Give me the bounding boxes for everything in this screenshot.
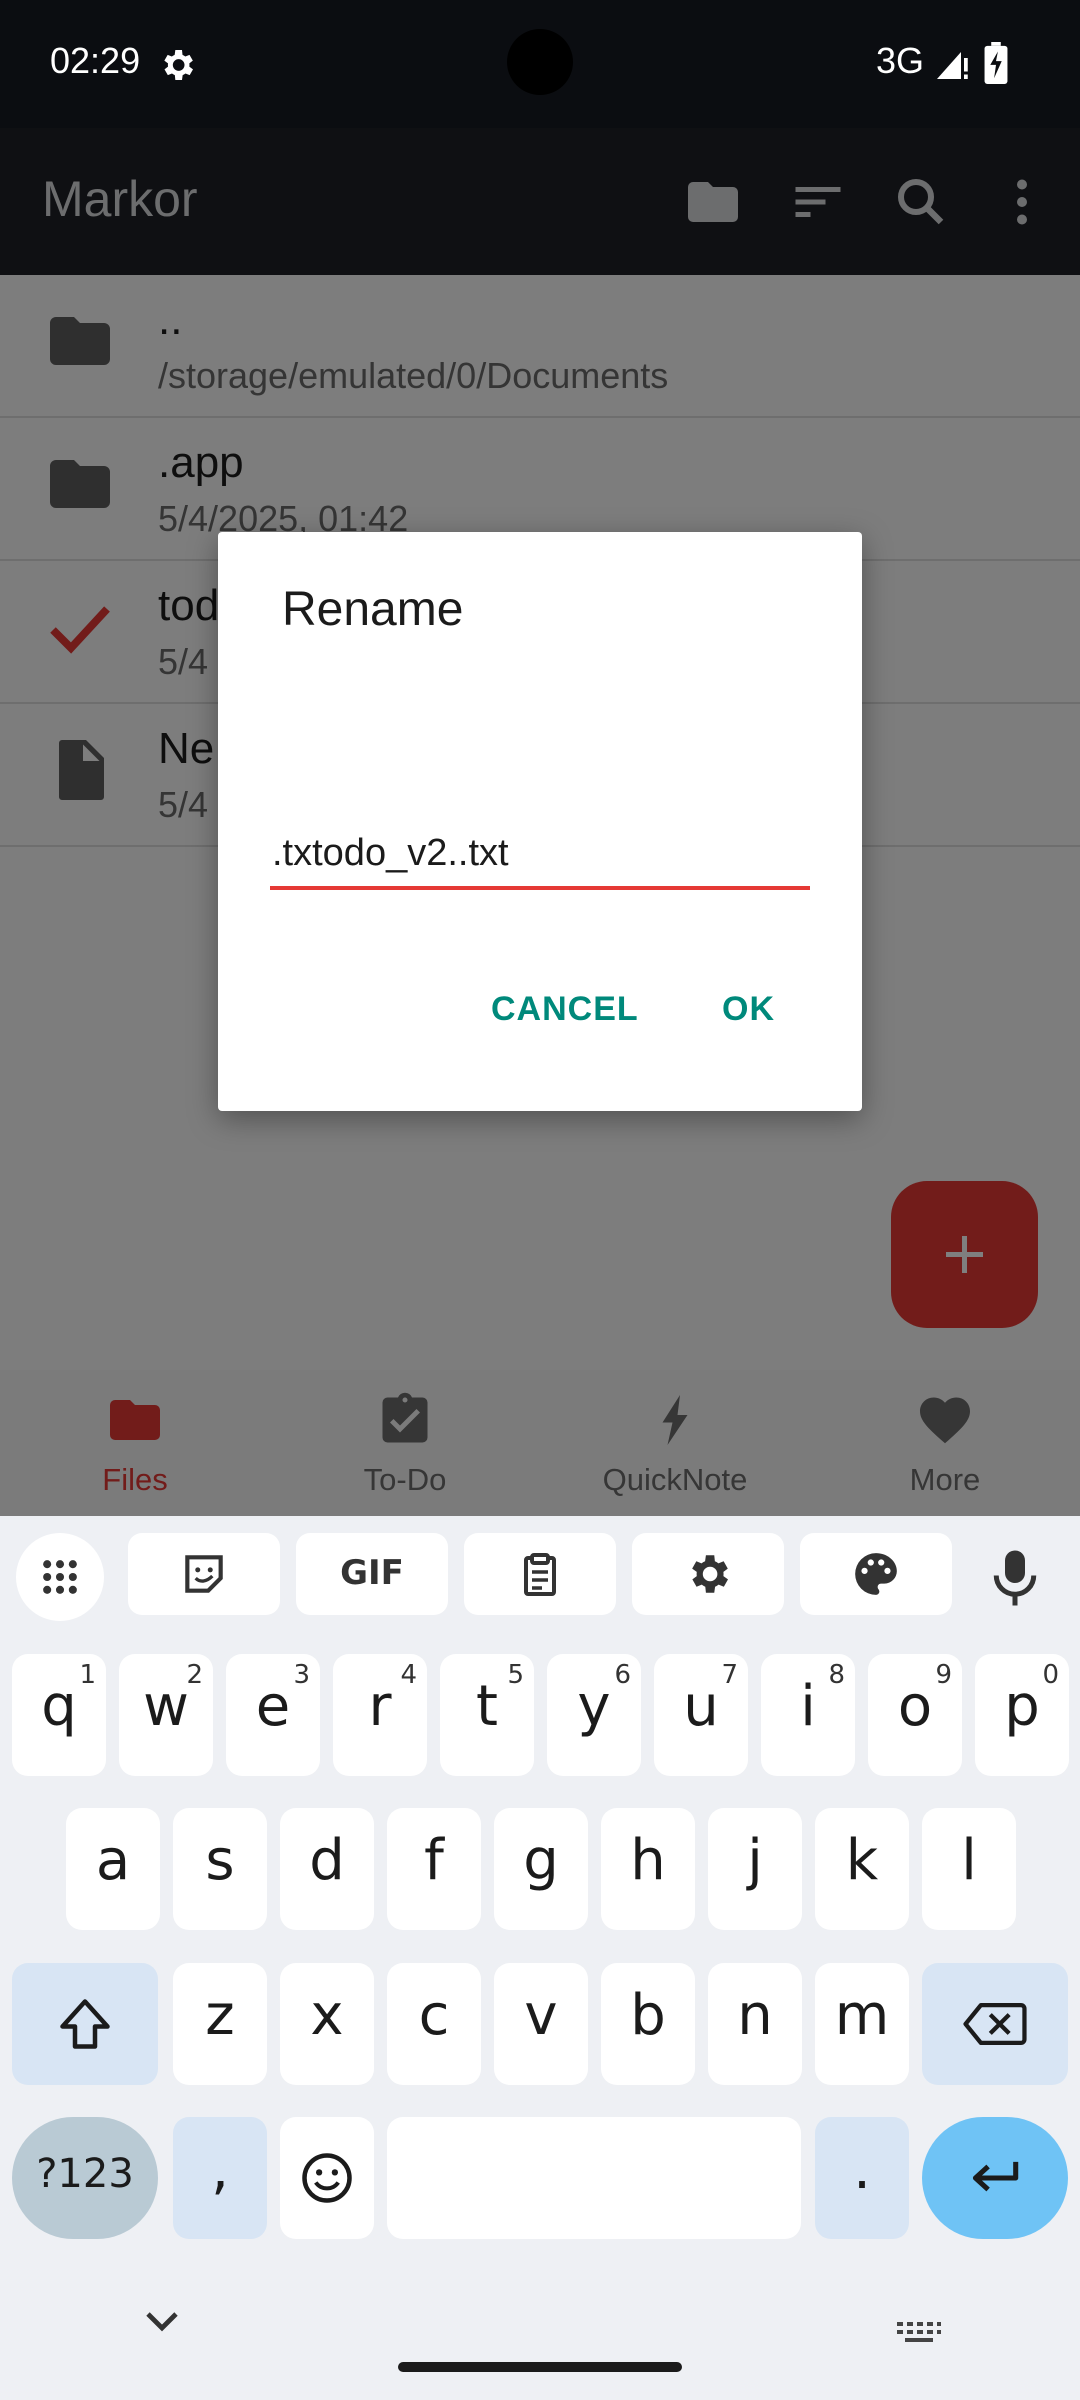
- dialog-title: Rename: [282, 583, 464, 636]
- key-g[interactable]: g: [494, 1808, 588, 1930]
- enter-icon: [972, 2161, 1019, 2192]
- status-time: 02:29: [50, 40, 141, 81]
- space-key[interactable]: [387, 2117, 801, 2239]
- theme-button[interactable]: [800, 1533, 952, 1615]
- key-char: z: [205, 1983, 235, 2048]
- key-f[interactable]: f: [387, 1808, 481, 1930]
- key-char: c: [418, 1983, 450, 2048]
- status-bar: 02:29 3G: [0, 0, 1080, 128]
- rename-dialog: Rename CANCEL OK: [218, 532, 862, 1111]
- shift-key[interactable]: [12, 1963, 158, 2085]
- key-h[interactable]: h: [601, 1808, 695, 1930]
- enter-key[interactable]: [922, 2117, 1068, 2239]
- ok-button[interactable]: OK: [722, 990, 775, 1029]
- key-a[interactable]: a: [66, 1808, 160, 1930]
- apps-grid-button[interactable]: [16, 1533, 104, 1621]
- backspace-icon: [963, 2003, 1027, 2045]
- key-o[interactable]: o9: [868, 1654, 962, 1776]
- key-hint: 7: [721, 1660, 738, 1690]
- key-hint: 0: [1042, 1660, 1059, 1690]
- apps-grid-icon: [43, 1560, 77, 1594]
- key-t[interactable]: t5: [440, 1654, 534, 1776]
- key-r[interactable]: r4: [333, 1654, 427, 1776]
- key-char: l: [961, 1828, 977, 1893]
- clipboard-button[interactable]: [464, 1533, 616, 1615]
- key-char: m: [834, 1983, 890, 2048]
- key-char: h: [630, 1828, 666, 1893]
- key-x[interactable]: x: [280, 1963, 374, 2085]
- key-char: d: [309, 1828, 345, 1893]
- comma-key[interactable]: ,: [173, 2117, 267, 2239]
- key-char: b: [630, 1983, 666, 2048]
- key-y[interactable]: y6: [547, 1654, 641, 1776]
- gif-label: GIF: [340, 1553, 404, 1593]
- hide-keyboard-chevron-icon[interactable]: [142, 2310, 182, 2334]
- key-char: j: [747, 1828, 763, 1893]
- key-hint: 8: [828, 1660, 845, 1690]
- key-char: a: [95, 1828, 131, 1893]
- key-char: ,: [211, 2137, 229, 2202]
- symbols-key[interactable]: ?123: [12, 2117, 158, 2239]
- soft-keyboard: GIF q1 w2 e3 r4 t5 y6 u7 i8 o9 p0 a s d …: [0, 1516, 1080, 2400]
- key-char: n: [737, 1983, 773, 2048]
- network-type: 3G: [876, 40, 925, 81]
- key-s[interactable]: s: [173, 1808, 267, 1930]
- home-gesture-bar[interactable]: [398, 2362, 682, 2372]
- key-char: k: [845, 1828, 879, 1893]
- key-hint: 5: [507, 1660, 524, 1690]
- key-char: x: [310, 1983, 344, 2048]
- key-char: s: [205, 1828, 235, 1893]
- key-hint: 4: [400, 1660, 417, 1690]
- keyboard-switch-icon[interactable]: [895, 2320, 943, 2344]
- key-hint: 6: [614, 1660, 631, 1690]
- key-char: v: [524, 1983, 558, 2048]
- emoji-key[interactable]: [280, 2117, 374, 2239]
- rename-input[interactable]: [270, 820, 810, 890]
- key-i[interactable]: i8: [761, 1654, 855, 1776]
- key-hint: 3: [293, 1660, 310, 1690]
- key-char: ?123: [36, 2151, 134, 2197]
- palette-icon: [855, 1553, 897, 1595]
- clipboard-icon: [524, 1553, 556, 1596]
- sticker-icon: [185, 1555, 223, 1593]
- key-char: f: [424, 1828, 444, 1893]
- key-v[interactable]: v: [494, 1963, 588, 2085]
- key-d[interactable]: d: [280, 1808, 374, 1930]
- signal-icon: [937, 52, 968, 79]
- sticker-button[interactable]: [128, 1533, 280, 1615]
- key-hint: 9: [935, 1660, 952, 1690]
- key-char: .: [853, 2137, 871, 2202]
- mic-icon[interactable]: [990, 1548, 1040, 1608]
- key-p[interactable]: p0: [975, 1654, 1069, 1776]
- settings-gear-icon: [164, 50, 193, 80]
- camera-cutout: [507, 29, 573, 95]
- key-z[interactable]: z: [173, 1963, 267, 2085]
- backspace-key[interactable]: [922, 1963, 1068, 2085]
- key-hint: 1: [79, 1660, 96, 1690]
- cancel-button[interactable]: CANCEL: [491, 990, 639, 1029]
- key-j[interactable]: j: [708, 1808, 802, 1930]
- gif-button[interactable]: GIF: [296, 1533, 448, 1615]
- shift-icon: [60, 1999, 110, 2049]
- key-e[interactable]: e3: [226, 1654, 320, 1776]
- key-m[interactable]: m: [815, 1963, 909, 2085]
- key-b[interactable]: b: [601, 1963, 695, 2085]
- emoji-icon: [302, 2153, 352, 2203]
- settings-icon: [692, 1555, 728, 1593]
- battery-charging-icon: [984, 42, 1008, 84]
- key-c[interactable]: c: [387, 1963, 481, 2085]
- key-u[interactable]: u7: [654, 1654, 748, 1776]
- key-n[interactable]: n: [708, 1963, 802, 2085]
- key-char: g: [523, 1828, 559, 1893]
- key-w[interactable]: w2: [119, 1654, 213, 1776]
- key-l[interactable]: l: [922, 1808, 1016, 1930]
- key-hint: 2: [186, 1660, 203, 1690]
- key-k[interactable]: k: [815, 1808, 909, 1930]
- keyboard-settings-button[interactable]: [632, 1533, 784, 1615]
- key-q[interactable]: q1: [12, 1654, 106, 1776]
- period-key[interactable]: .: [815, 2117, 909, 2239]
